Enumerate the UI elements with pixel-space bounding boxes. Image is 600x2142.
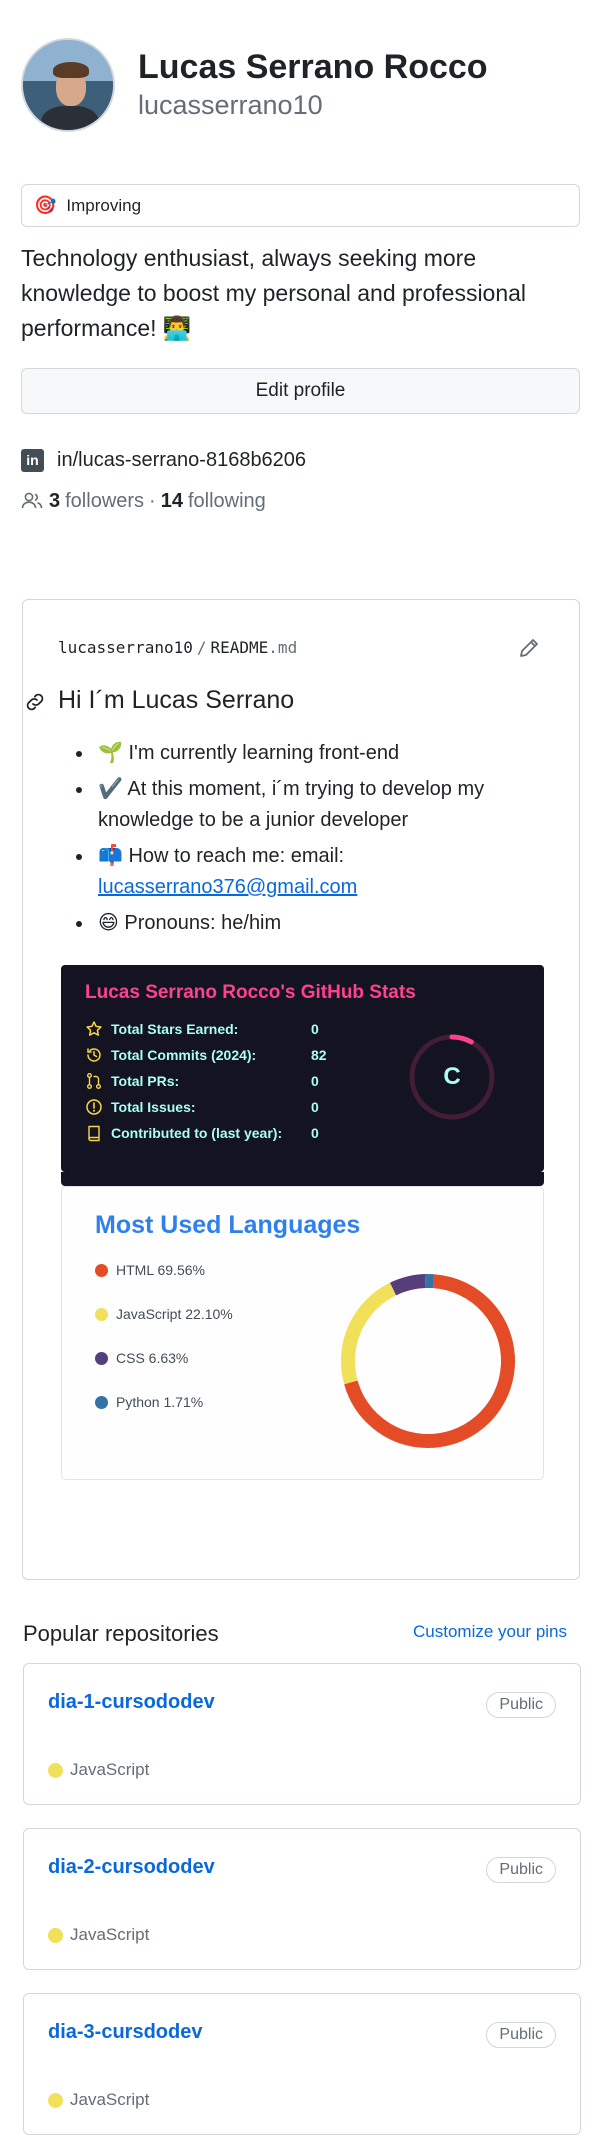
stats-value: 0 [311, 1073, 319, 1089]
readme-heading: Hi I´m Lucas Serrano [58, 686, 295, 714]
linkedin-icon: in [21, 448, 44, 472]
repo-card: dia-1-cursododev Public JavaScript [23, 1663, 581, 1805]
customize-pins-link[interactable]: Customize your pins [413, 1622, 567, 1642]
language-label: Python 1.71% [116, 1394, 204, 1410]
history-icon [87, 1048, 101, 1062]
rank-grade: C [443, 1063, 461, 1090]
linkedin-link[interactable]: in in/lucas-serrano-8168b6206 [21, 446, 306, 474]
stats-label: Total PRs: [111, 1073, 180, 1089]
language-color-dot [95, 1395, 108, 1409]
repo-language-label: JavaScript [70, 1760, 150, 1779]
stats-value: 0 [311, 1125, 319, 1141]
list-item: 🌱 I'm currently learning front-end [76, 738, 538, 769]
list-item: 📫 How to reach me: email: lucasserrano376… [76, 841, 538, 903]
stats-row: Total Stars Earned: 0 [85, 1019, 319, 1039]
pull-request-icon [87, 1073, 101, 1089]
stats-title: Lucas Serrano Rocco's GitHub Stats [85, 982, 416, 1003]
top-languages-card[interactable]: Most Used Languages HTML 69.56% JavaScri… [61, 1186, 544, 1480]
link-icon[interactable] [23, 690, 47, 714]
list-item-text: 📫 How to reach me: email: [98, 845, 345, 867]
avatar[interactable] [21, 38, 115, 132]
profile-header: Lucas Serrano Rocco lucasserrano10 [21, 38, 581, 133]
follow-stats: 3 followers · 14 following [21, 487, 266, 515]
followers-label[interactable]: followers [65, 490, 144, 513]
email-link[interactable]: lucasserrano376@gmail.com [98, 876, 357, 898]
readme-list: 🌱 I'm currently learning front-end ✔️ At… [76, 738, 538, 944]
readme-path-ext: .md [268, 638, 298, 657]
language-label: CSS 6.63% [116, 1350, 189, 1366]
list-item: 😄 Pronouns: he/him [76, 908, 538, 939]
visibility-badge: Public [486, 1857, 556, 1883]
readme-path-file: README [210, 638, 269, 657]
target-icon: 🎯 [34, 195, 57, 215]
readme-path-user[interactable]: lucasserrano10 [58, 638, 193, 657]
language-color-dot [95, 1307, 108, 1321]
status-button[interactable]: 🎯 Improving [21, 184, 580, 227]
repo-language: JavaScript [48, 2090, 149, 2110]
language-legend-item: JavaScript 22.10% [95, 1304, 233, 1324]
following-label[interactable]: following [188, 490, 266, 513]
stats-row: Total PRs: 0 [85, 1071, 319, 1091]
repo-language: JavaScript [48, 1925, 149, 1945]
languages-title: Most Used Languages [95, 1211, 361, 1239]
stats-row: Total Issues: 0 [85, 1097, 319, 1117]
readme-path-separator: / [196, 638, 207, 657]
repo-language-label: JavaScript [70, 2090, 150, 2109]
people-icon [21, 492, 43, 510]
stats-row: Total Commits (2024): 82 [85, 1045, 327, 1065]
stats-label: Contributed to (last year): [111, 1125, 283, 1141]
languages-donut-chart [341, 1274, 515, 1449]
visibility-badge: Public [486, 2022, 556, 2048]
language-color-dot [48, 1927, 63, 1943]
language-label: JavaScript 22.10% [116, 1306, 233, 1322]
language-color-dot [95, 1351, 108, 1365]
repo-card: dia-3-cursdodev Public JavaScript [23, 1993, 581, 2135]
star-icon [86, 1021, 102, 1036]
readme-path: lucasserrano10/README.md [58, 638, 297, 657]
stats-label: Total Commits (2024): [111, 1047, 257, 1063]
profile-full-name: Lucas Serrano Rocco [138, 48, 488, 86]
readme-card: lucasserrano10/README.md Hi I´m Lucas Se… [22, 599, 580, 1580]
pencil-icon[interactable] [517, 636, 541, 660]
profile-username: lucasserrano10 [138, 90, 323, 120]
language-color-dot [48, 2092, 63, 2108]
edit-profile-button[interactable]: Edit profile [21, 368, 580, 414]
status-text: Improving [66, 195, 142, 215]
language-label: HTML 69.56% [116, 1262, 205, 1278]
popular-repositories-title: Popular repositories [23, 1621, 219, 1646]
language-legend-item: HTML 69.56% [95, 1260, 205, 1280]
stats-value: 0 [311, 1099, 319, 1115]
github-stats-card[interactable]: Lucas Serrano Rocco's GitHub Stats Total… [61, 965, 544, 1186]
repo-name-link[interactable]: dia-3-cursdodev [48, 2021, 202, 2044]
follow-separator: · [149, 489, 156, 512]
repo-card: dia-2-cursododev Public JavaScript [23, 1828, 581, 1970]
repo-language: JavaScript [48, 1760, 149, 1780]
followers-count[interactable]: 3 [49, 490, 60, 513]
stats-label: Total Stars Earned: [111, 1021, 239, 1037]
language-color-dot [48, 1762, 63, 1778]
stats-row: Contributed to (last year): 0 [85, 1123, 319, 1143]
language-legend-item: Python 1.71% [95, 1392, 203, 1412]
issue-icon [86, 1099, 102, 1115]
repo-name-link[interactable]: dia-2-cursododev [48, 1856, 215, 1879]
repo-name-link[interactable]: dia-1-cursododev [48, 1691, 215, 1714]
stats-card-bottom-edge [61, 1172, 544, 1186]
stats-value: 0 [311, 1021, 319, 1037]
language-legend-item: CSS 6.63% [95, 1348, 188, 1368]
language-color-dot [95, 1263, 108, 1277]
stats-value: 82 [311, 1047, 327, 1063]
visibility-badge: Public [486, 1692, 556, 1718]
following-count[interactable]: 14 [161, 490, 183, 513]
repo-language-label: JavaScript [70, 1925, 150, 1944]
linkedin-text: in/lucas-serrano-8168b6206 [57, 448, 307, 471]
repo-icon [88, 1125, 100, 1142]
list-item: ✔️ At this moment, i´m trying to develop… [76, 774, 538, 836]
stats-label: Total Issues: [111, 1099, 196, 1115]
profile-bio: Technology enthusiast, always seeking mo… [21, 245, 527, 341]
